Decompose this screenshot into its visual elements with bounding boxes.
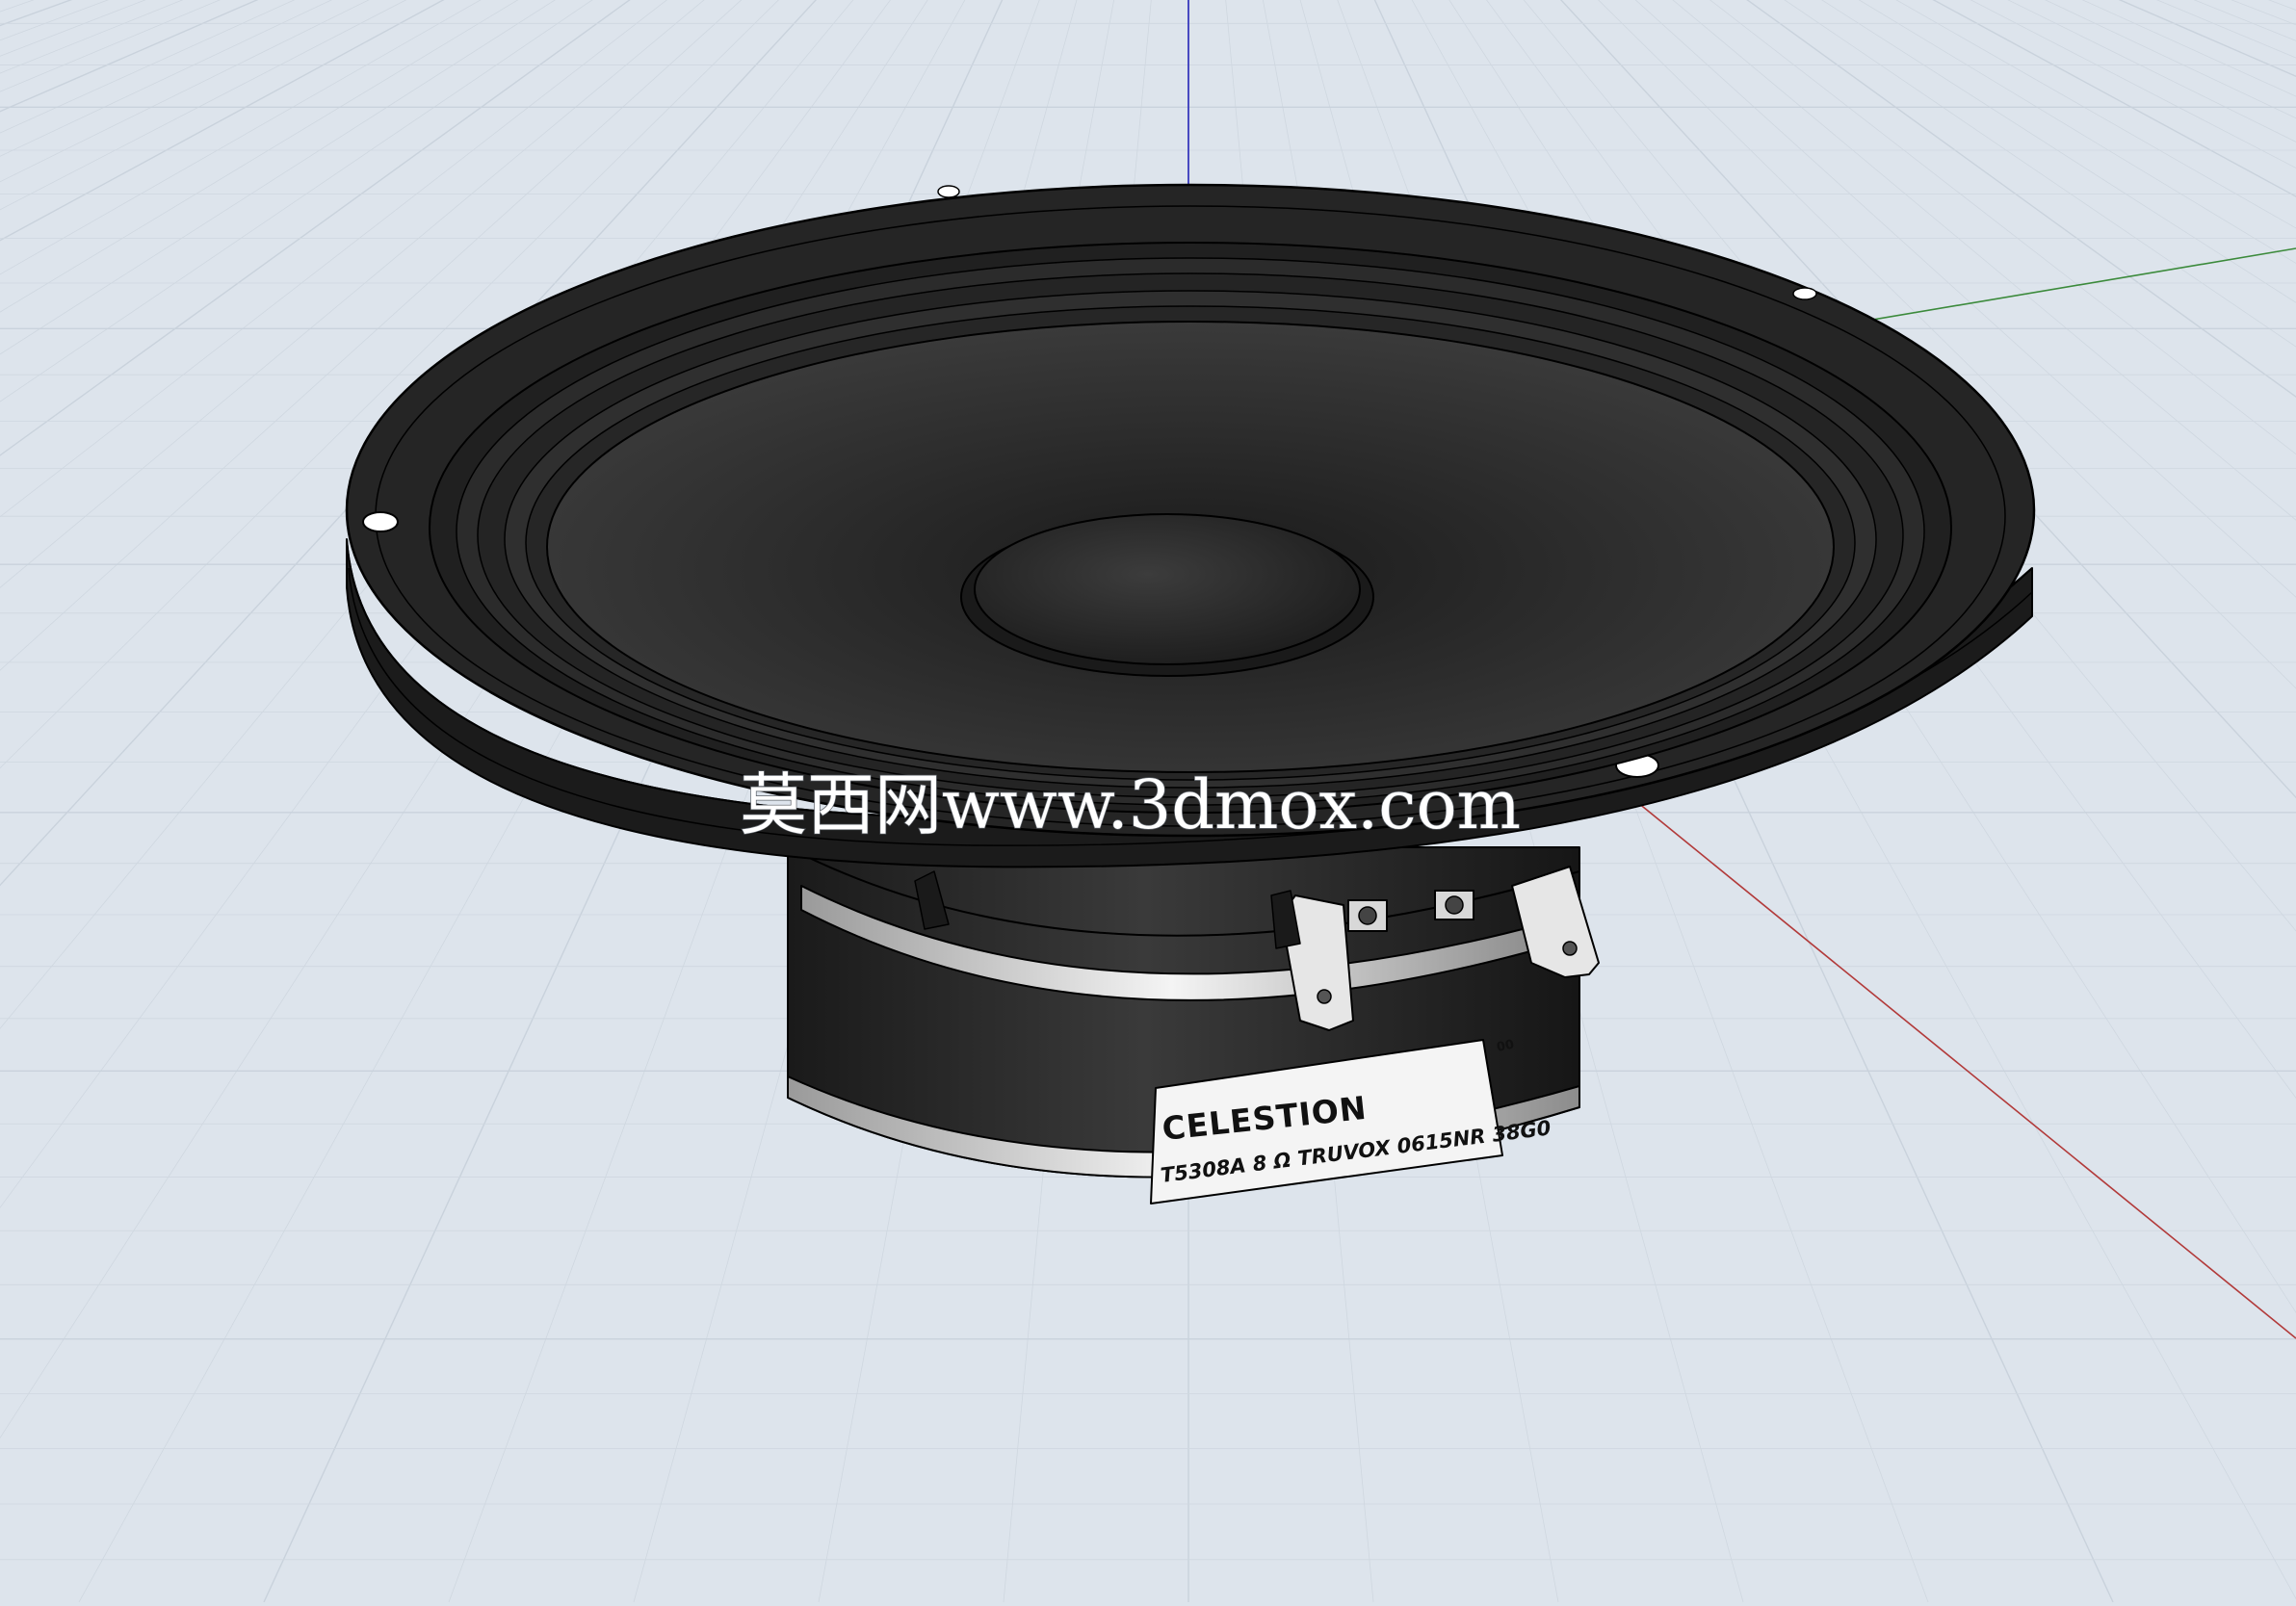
watermark: 莫西网www.3dmox.com bbox=[740, 765, 1521, 844]
mount-hole-right bbox=[1792, 287, 1817, 300]
3d-viewport[interactable]: CELESTION T5308A 8 Ω TRUVOX 0615NR 38G0 … bbox=[0, 0, 2296, 1603]
mount-hole-top bbox=[937, 185, 960, 198]
mount-hole-left bbox=[362, 511, 399, 532]
